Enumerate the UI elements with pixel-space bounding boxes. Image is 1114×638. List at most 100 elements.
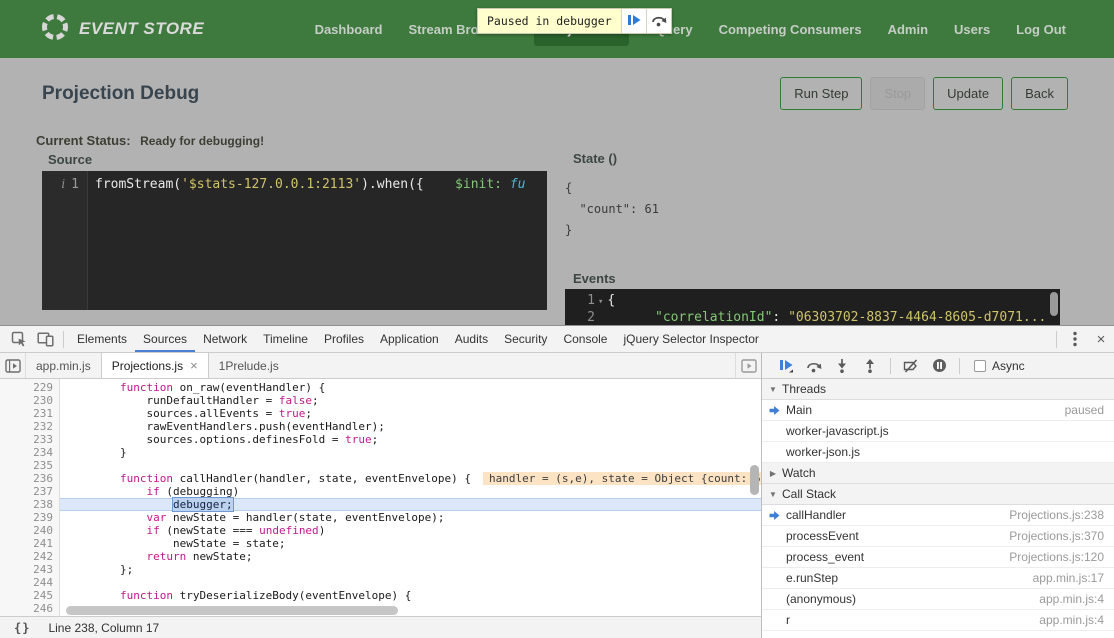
line-number[interactable]: 246 — [0, 602, 59, 615]
nav-item-admin[interactable]: Admin — [888, 22, 928, 37]
thread-row-main[interactable]: Mainpaused — [762, 400, 1114, 421]
thread-row-worker-json-js[interactable]: worker-json.js — [762, 442, 1114, 463]
paused-statement: debugger; — [173, 498, 233, 511]
step-into-icon[interactable] — [828, 353, 856, 379]
inspect-element-icon[interactable] — [6, 326, 32, 352]
file-tab-label: 1Prelude.js — [219, 359, 279, 373]
callstack-frame-partial[interactable] — [762, 631, 1114, 638]
nav-item-log-out[interactable]: Log Out — [1016, 22, 1066, 37]
stop-button[interactable]: Stop — [870, 77, 925, 110]
tab-timeline[interactable]: Timeline — [255, 326, 316, 352]
line-number[interactable]: 230 — [0, 394, 59, 407]
pretty-print-icon[interactable]: {} — [14, 621, 30, 635]
code-line-235 — [60, 459, 761, 472]
run-step-button[interactable]: Run Step — [780, 77, 862, 110]
callstack-frame-callhandler[interactable]: callHandlerProjections.js:238 — [762, 505, 1114, 526]
line-number[interactable]: 232 — [0, 420, 59, 433]
code-line-240: if (newState === undefined) — [60, 524, 761, 537]
line-number[interactable]: 234 — [0, 446, 59, 459]
thread-row-worker-javascript-js[interactable]: worker-javascript.js — [762, 421, 1114, 442]
code-lines: function on_raw(eventHandler) { runDefau… — [60, 379, 761, 616]
resume-script-button[interactable] — [621, 9, 646, 33]
step-out-icon[interactable] — [856, 353, 884, 379]
line-number[interactable]: 237 — [0, 485, 59, 498]
pause-on-exceptions-icon[interactable] — [925, 353, 953, 379]
devtools-panel: ElementsSourcesNetworkTimelineProfilesAp… — [0, 325, 1114, 638]
app-window: EVENT STORE DashboardStream BrowserProje… — [0, 0, 1114, 638]
line-number[interactable]: 236 — [0, 472, 59, 485]
source-heading: Source — [48, 152, 92, 167]
panel-toggle-icon[interactable] — [735, 353, 761, 378]
line-number[interactable]: 245 — [0, 589, 59, 602]
brand[interactable]: EVENT STORE — [40, 12, 204, 47]
resume-script-icon[interactable] — [772, 353, 800, 379]
callstack-section-header[interactable]: ▼Call Stack — [762, 484, 1114, 505]
update-button[interactable]: Update — [933, 77, 1003, 110]
device-toolbar-icon[interactable] — [32, 326, 58, 352]
frame-function: processEvent — [786, 529, 859, 543]
code-editor[interactable]: 2292302312322332342352362372382392402412… — [0, 379, 761, 616]
tab-profiles[interactable]: Profiles — [316, 326, 372, 352]
line-number[interactable]: 239 — [0, 511, 59, 524]
tab-network[interactable]: Network — [195, 326, 255, 352]
callstack-frame-r[interactable]: rapp.min.js:4 — [762, 610, 1114, 631]
show-navigator-icon[interactable] — [0, 353, 26, 378]
close-tab-icon[interactable]: × — [190, 358, 198, 373]
file-tab-label: app.min.js — [36, 359, 91, 373]
paused-in-debugger-banner: Paused in debugger — [477, 8, 672, 34]
file-tab-app-min-js[interactable]: app.min.js — [26, 353, 101, 378]
back-button[interactable]: Back — [1011, 77, 1068, 110]
nav-item-dashboard[interactable]: Dashboard — [315, 22, 383, 37]
fold-arrow-icon[interactable]: ▾ — [598, 297, 603, 307]
tab-security[interactable]: Security — [496, 326, 555, 352]
callstack-frame-anonymous[interactable]: (anonymous)app.min.js:4 — [762, 589, 1114, 610]
state-json-line: { — [565, 178, 659, 199]
scrollbar-thumb[interactable] — [1050, 292, 1058, 316]
line-number[interactable]: 242 — [0, 550, 59, 563]
line-number[interactable]: 231 — [0, 407, 59, 420]
events-editor[interactable]: 1▾{ 2"correlationId": "06303702-8837-446… — [565, 289, 1060, 325]
step-over-icon[interactable] — [800, 353, 828, 379]
frame-function: (anonymous) — [786, 592, 856, 606]
horizontal-scrollbar-thumb[interactable] — [66, 606, 398, 615]
tab-console[interactable]: Console — [555, 326, 615, 352]
vertical-scrollbar-thumb[interactable] — [750, 465, 759, 495]
file-tab-projections-js[interactable]: Projections.js× — [101, 353, 209, 378]
nav-item-users[interactable]: Users — [954, 22, 990, 37]
line-number[interactable]: 243 — [0, 563, 59, 576]
tab-elements[interactable]: Elements — [69, 326, 135, 352]
step-over-button[interactable] — [646, 9, 671, 33]
tab-sources[interactable]: Sources — [135, 326, 195, 352]
tab-jquery-selector-inspector[interactable]: jQuery Selector Inspector — [615, 326, 766, 352]
status-label: Current Status: — [36, 133, 131, 148]
code-line-242: return newState; — [60, 550, 761, 563]
line-number[interactable]: 244 — [0, 576, 59, 589]
async-checkbox[interactable] — [974, 360, 986, 372]
source-editor[interactable]: i1 fromStream('$stats-127.0.0.1:2113').w… — [42, 171, 547, 310]
overflow-menu-icon[interactable] — [1062, 326, 1088, 352]
line-number[interactable]: 235 — [0, 459, 59, 472]
line-number[interactable]: 240 — [0, 524, 59, 537]
line-number[interactable]: 238 — [0, 498, 59, 511]
callstack-frame-processevent[interactable]: processEventProjections.js:370 — [762, 526, 1114, 547]
line-number[interactable]: 233 — [0, 433, 59, 446]
line-number[interactable]: 241 — [0, 537, 59, 550]
callstack-list: callHandlerProjections.js:238processEven… — [762, 505, 1114, 638]
tab-application[interactable]: Application — [372, 326, 447, 352]
callstack-frame-process-event[interactable]: process_eventProjections.js:120 — [762, 547, 1114, 568]
close-devtools-icon[interactable]: × — [1088, 326, 1114, 352]
deactivate-breakpoints-icon[interactable] — [897, 353, 925, 379]
threads-section-header[interactable]: ▼Threads — [762, 379, 1114, 400]
tab-audits[interactable]: Audits — [447, 326, 496, 352]
callstack-frame-e-runstep[interactable]: e.runStepapp.min.js:17 — [762, 568, 1114, 589]
source-token: $init: — [455, 177, 502, 192]
nav-item-competing-consumers[interactable]: Competing Consumers — [719, 22, 862, 37]
editor-statusbar: {} Line 238, Column 17 — [0, 616, 761, 638]
disclosure-closed-icon: ▶ — [766, 469, 780, 478]
section-title: Watch — [782, 466, 816, 480]
page-title: Projection Debug — [42, 83, 199, 105]
line-number[interactable]: 229 — [0, 381, 59, 394]
watch-section-header[interactable]: ▶Watch — [762, 463, 1114, 484]
code-line-241: newState = state; — [60, 537, 761, 550]
file-tab-1prelude-js[interactable]: 1Prelude.js — [209, 353, 289, 378]
